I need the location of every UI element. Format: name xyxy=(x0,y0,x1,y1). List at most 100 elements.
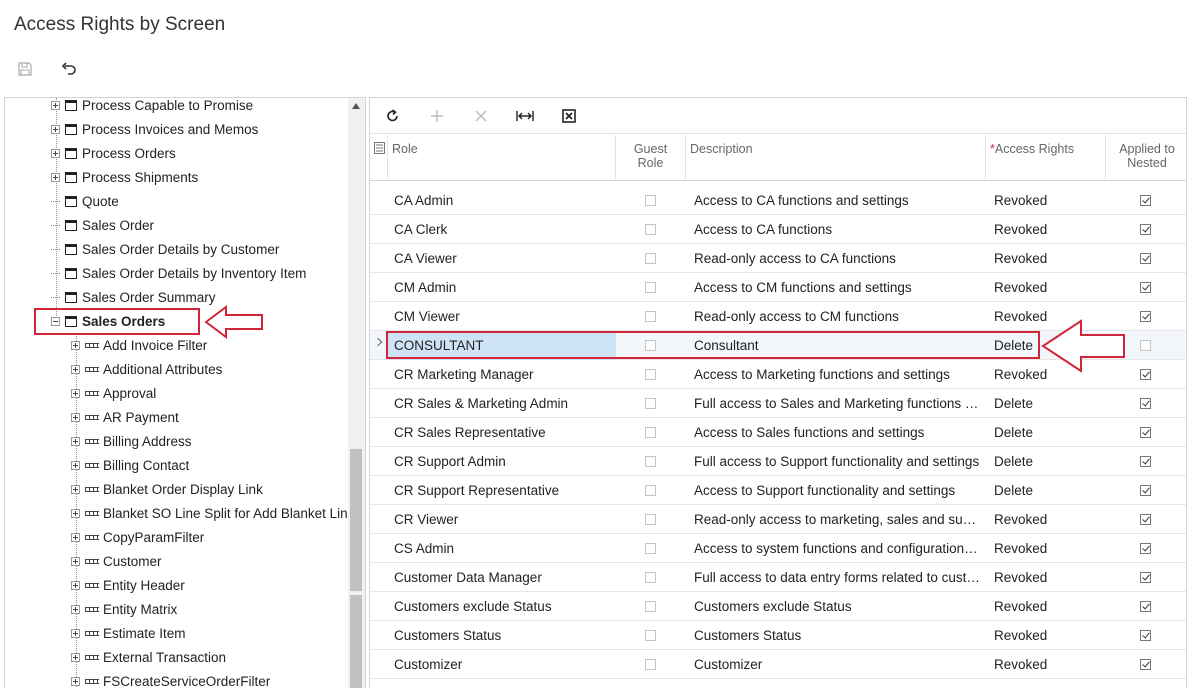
expand-icon[interactable] xyxy=(71,364,80,374)
applied-to-nested-checkbox[interactable] xyxy=(1140,485,1151,496)
cell-description[interactable]: Access to Marketing functions and settin… xyxy=(690,360,980,389)
tree-field-node[interactable]: Approval xyxy=(71,381,156,405)
expand-icon[interactable] xyxy=(71,412,80,422)
cell-role[interactable]: CA Admin xyxy=(388,186,616,215)
tree-field-node[interactable]: FSCreateServiceOrderFilter xyxy=(71,669,270,688)
table-row[interactable]: CR Support Representative Access to Suppo… xyxy=(370,476,1186,505)
applied-to-nested-checkbox[interactable] xyxy=(1140,543,1151,554)
expand-icon[interactable] xyxy=(71,436,80,446)
cell-access-rights[interactable]: Revoked xyxy=(990,273,1100,302)
guest-role-checkbox[interactable] xyxy=(645,369,656,380)
applied-to-nested-checkbox[interactable] xyxy=(1140,514,1151,525)
expand-icon[interactable] xyxy=(71,676,80,686)
cell-description[interactable]: Read-only access to marketing, sales and… xyxy=(690,505,980,534)
guest-role-checkbox[interactable] xyxy=(645,311,656,322)
expand-icon[interactable] xyxy=(51,148,60,158)
export-excel-icon[interactable] xyxy=(558,105,580,127)
cell-description[interactable]: Full access to Sales and Marketing funct… xyxy=(690,389,980,418)
tree-screen-node[interactable]: Sales Order xyxy=(51,213,154,237)
guest-role-checkbox[interactable] xyxy=(645,659,656,670)
guest-role-checkbox[interactable] xyxy=(645,427,656,438)
cell-role[interactable]: CM Admin xyxy=(388,273,616,302)
tree-field-node[interactable]: Blanket SO Line Split for Add Blanket Li… xyxy=(71,501,355,525)
cell-access-rights[interactable]: Delete xyxy=(990,476,1100,505)
cell-description[interactable]: Customers Status xyxy=(690,621,980,650)
tree-screen-node[interactable]: Process Invoices and Memos xyxy=(51,117,258,141)
header-role[interactable]: Role xyxy=(388,135,616,181)
cell-description[interactable]: Read-only access to CA functions xyxy=(690,244,980,273)
cell-access-rights[interactable]: Delete xyxy=(990,389,1100,418)
expand-icon[interactable] xyxy=(71,460,80,470)
tree-field-node[interactable]: Add Invoice Filter xyxy=(71,333,207,357)
guest-role-checkbox[interactable] xyxy=(645,601,656,612)
cell-description[interactable]: Access to system functions and configura… xyxy=(690,534,980,563)
applied-to-nested-checkbox[interactable] xyxy=(1140,659,1151,670)
table-row[interactable]: CA Viewer Read-only access to CA function… xyxy=(370,244,1186,273)
tree-field-node[interactable]: Additional Attributes xyxy=(71,357,222,381)
expand-icon[interactable] xyxy=(71,484,80,494)
cell-access-rights[interactable]: Revoked xyxy=(990,534,1100,563)
tree-screen-node[interactable]: Process Capable to Promise xyxy=(51,98,253,117)
cell-role[interactable]: CR Marketing Manager xyxy=(388,360,616,389)
cell-role[interactable]: Customer Data Manager xyxy=(388,563,616,592)
tree-screen-node[interactable]: Sales Order Details by Inventory Item xyxy=(51,261,306,285)
applied-to-nested-checkbox[interactable] xyxy=(1140,398,1151,409)
applied-to-nested-checkbox[interactable] xyxy=(1140,195,1151,206)
scroll-thumb[interactable] xyxy=(350,449,362,591)
cell-role[interactable]: Customers exclude Status xyxy=(388,592,616,621)
expand-icon[interactable] xyxy=(71,580,80,590)
cell-description[interactable]: Access to CM functions and settings xyxy=(690,273,980,302)
expand-icon[interactable] xyxy=(71,556,80,566)
expand-icon[interactable] xyxy=(71,532,80,542)
expand-icon[interactable] xyxy=(71,388,80,398)
table-row[interactable]: Customers Status Customers Status Revoked xyxy=(370,621,1186,650)
cell-role[interactable]: CR Sales & Marketing Admin xyxy=(388,389,616,418)
cell-role[interactable]: CA Viewer xyxy=(388,244,616,273)
column-chooser-icon[interactable] xyxy=(370,135,388,181)
cell-description[interactable]: Read-only access to CM functions xyxy=(690,302,980,331)
table-row[interactable]: Customers exclude Status Customers exclud… xyxy=(370,592,1186,621)
expand-icon[interactable] xyxy=(71,340,80,350)
guest-role-checkbox[interactable] xyxy=(645,456,656,467)
applied-to-nested-checkbox[interactable] xyxy=(1140,369,1151,380)
cell-description[interactable]: Customizer xyxy=(690,650,980,679)
applied-to-nested-checkbox[interactable] xyxy=(1140,311,1151,322)
cell-description[interactable]: Access to Support functionality and sett… xyxy=(690,476,980,505)
guest-role-checkbox[interactable] xyxy=(645,253,656,264)
guest-role-checkbox[interactable] xyxy=(645,282,656,293)
cell-description[interactable]: Access to CA functions xyxy=(690,215,980,244)
table-row[interactable]: CA Admin Access to CA functions and setti… xyxy=(370,186,1186,215)
cell-description[interactable]: Full access to Support functionality and… xyxy=(690,447,980,476)
cell-description[interactable]: Full access to data entry forms related … xyxy=(690,563,980,592)
applied-to-nested-checkbox[interactable] xyxy=(1140,253,1151,264)
cell-access-rights[interactable]: Revoked xyxy=(990,215,1100,244)
tree-field-node[interactable]: Entity Header xyxy=(71,573,185,597)
header-access-rights[interactable]: *Access Rights xyxy=(986,135,1106,181)
cell-access-rights[interactable]: Revoked xyxy=(990,244,1100,273)
cell-access-rights[interactable]: Revoked xyxy=(990,650,1100,679)
tree-screen-node[interactable]: Sales Order Summary xyxy=(51,285,216,309)
cell-role[interactable]: CS Admin xyxy=(388,534,616,563)
expand-icon[interactable] xyxy=(51,124,60,134)
cell-role[interactable]: CR Sales Representative xyxy=(388,418,616,447)
table-row[interactable]: CR Support Admin Full access to Support f… xyxy=(370,447,1186,476)
expand-icon[interactable] xyxy=(51,100,60,110)
tree-field-node[interactable]: Estimate Item xyxy=(71,621,186,645)
tree-scrollbar[interactable] xyxy=(348,98,365,688)
cell-description[interactable]: Access to Sales functions and settings xyxy=(690,418,980,447)
cell-role[interactable]: Customers Status xyxy=(388,621,616,650)
cell-role[interactable]: CR Support Admin xyxy=(388,447,616,476)
guest-role-checkbox[interactable] xyxy=(645,195,656,206)
table-row[interactable]: CS Admin Access to system functions and c… xyxy=(370,534,1186,563)
delete-icon[interactable] xyxy=(470,105,492,127)
table-row[interactable]: CR Sales & Marketing Admin Full access to… xyxy=(370,389,1186,418)
scroll-up-icon[interactable] xyxy=(352,103,360,109)
cell-description[interactable]: Customers exclude Status xyxy=(690,592,980,621)
applied-to-nested-checkbox[interactable] xyxy=(1140,630,1151,641)
tree-field-node[interactable]: Billing Contact xyxy=(71,453,189,477)
applied-to-nested-checkbox[interactable] xyxy=(1140,456,1151,467)
header-description[interactable]: Description xyxy=(686,135,986,181)
applied-to-nested-checkbox[interactable] xyxy=(1140,282,1151,293)
tree-screen-node[interactable]: Quote xyxy=(51,189,119,213)
table-row[interactable]: CR Viewer Read-only access to marketing, … xyxy=(370,505,1186,534)
